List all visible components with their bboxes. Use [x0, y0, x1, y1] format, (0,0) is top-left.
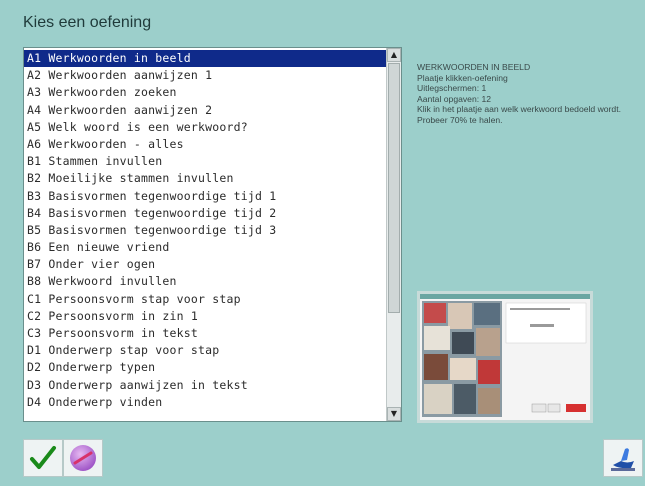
list-item[interactable]: C2 Persoonsvorm in zin 1 — [24, 308, 386, 325]
stop-button[interactable] — [63, 439, 103, 477]
description-instruction: Klik in het plaatje aan welk werkwoord b… — [417, 104, 621, 115]
list-item[interactable]: A2 Werkwoorden aanwijzen 1 — [24, 67, 386, 84]
exit-button[interactable] — [603, 439, 643, 477]
description-screens: Uitlegschermen: 1 — [417, 83, 487, 94]
description-goal: Probeer 70% te halen. — [417, 114, 503, 125]
description-count: Aantal opgaven: 12 — [417, 93, 492, 104]
checkmark-icon — [30, 446, 56, 469]
list-item[interactable]: C1 Persoonsvorm stap voor stap — [24, 291, 386, 308]
list-item[interactable]: B2 Moeilijke stammen invullen — [24, 170, 386, 187]
exercise-listbox[interactable]: A1 Werkwoorden in beeld A2 Werkwoorden aa… — [23, 47, 402, 422]
scroll-down-button[interactable]: ▼ — [387, 407, 401, 421]
list-item[interactable]: B8 Werkwoord invullen — [24, 273, 386, 290]
list-item[interactable]: A6 Werkwoorden - alles — [24, 136, 386, 153]
exercise-description: WERKWOORDEN IN BEELD Plaatje klikken-oef… — [417, 62, 632, 126]
door-exit-icon — [611, 448, 635, 471]
list-item[interactable]: A5 Welk woord is een werkwoord? — [24, 119, 386, 136]
list-item[interactable]: B7 Onder vier ogen — [24, 256, 386, 273]
list-item[interactable]: C3 Persoonsvorm in tekst — [24, 325, 386, 342]
no-entry-icon — [70, 445, 96, 471]
preview-image — [420, 294, 590, 420]
list-item[interactable]: A1 Werkwoorden in beeld — [24, 50, 386, 68]
list-item[interactable]: D2 Onderwerp typen — [24, 359, 386, 376]
list-item[interactable]: D1 Onderwerp stap voor stap — [24, 342, 386, 359]
scroll-thumb[interactable] — [388, 63, 400, 313]
ok-button[interactable] — [23, 439, 63, 477]
list-item[interactable]: B4 Basisvormen tegenwoordige tijd 2 — [24, 205, 386, 222]
list-scrollbar[interactable]: ▲ ▼ — [386, 48, 401, 421]
list-item[interactable]: B5 Basisvormen tegenwoordige tijd 3 — [24, 222, 386, 239]
scroll-up-button[interactable]: ▲ — [387, 48, 401, 62]
list-item[interactable]: D3 Onderwerp aanwijzen in tekst — [24, 377, 386, 394]
window-title: Kies een oefening — [23, 14, 152, 31]
list-item[interactable]: B1 Stammen invullen — [24, 153, 386, 170]
list-item[interactable]: B6 Een nieuwe vriend — [24, 239, 386, 256]
description-title: WERKWOORDEN IN BEELD — [417, 62, 531, 72]
list-item[interactable]: D4 Onderwerp vinden — [24, 394, 386, 411]
exercise-preview-thumbnail — [417, 291, 593, 423]
list-item[interactable]: B3 Basisvormen tegenwoordige tijd 1 — [24, 188, 386, 205]
description-type: Plaatje klikken-oefening — [417, 72, 508, 83]
list-item[interactable]: A3 Werkwoorden zoeken — [24, 84, 386, 101]
list-item[interactable]: A4 Werkwoorden aanwijzen 2 — [24, 102, 386, 119]
exercise-list[interactable]: A1 Werkwoorden in beeld A2 Werkwoorden aa… — [24, 48, 386, 421]
